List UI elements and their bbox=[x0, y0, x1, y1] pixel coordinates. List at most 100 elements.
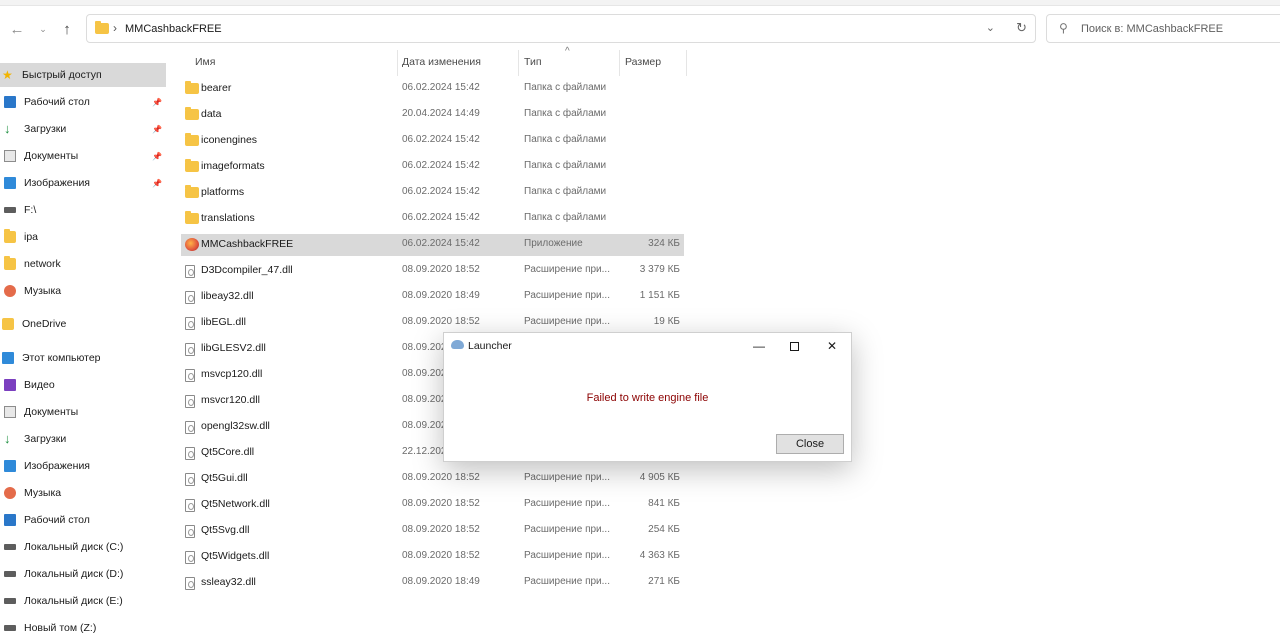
file-date: 08.09.2020 18:52 bbox=[402, 316, 480, 327]
sidebar-item[interactable]: Локальный диск (C:) bbox=[0, 535, 166, 559]
file-name: Qt5Widgets.dll bbox=[201, 550, 270, 562]
file-type: Приложение bbox=[524, 238, 583, 249]
dll-file-icon bbox=[185, 291, 195, 304]
column-header-name[interactable]: Имя bbox=[195, 56, 215, 68]
address-bar[interactable]: › MMCashbackFREE ⌄ ↻ bbox=[86, 14, 1036, 43]
file-type: Расширение при... bbox=[524, 290, 610, 301]
file-row[interactable]: bearer 06.02.2024 15:42 Папка с файлами bbox=[181, 78, 684, 100]
dll-file-icon bbox=[185, 525, 195, 538]
file-row[interactable]: Qt5Network.dll 08.09.2020 18:52 Расширение… bbox=[181, 494, 684, 516]
sidebar-item[interactable]: network bbox=[0, 252, 166, 276]
sidebar-item[interactable]: OneDrive bbox=[0, 312, 166, 336]
file-name: D3Dcompiler_47.dll bbox=[201, 264, 293, 276]
sidebar-item[interactable]: Музыка bbox=[0, 279, 166, 303]
column-divider[interactable] bbox=[686, 50, 687, 76]
file-type: Папка с файлами bbox=[524, 160, 607, 171]
file-row[interactable]: ssleay32.dll 08.09.2020 18:49 Расширение п… bbox=[181, 572, 684, 594]
sidebar-item-label: Музыка bbox=[24, 285, 62, 297]
breadcrumb-path[interactable]: MMCashbackFREE bbox=[125, 23, 222, 35]
file-row[interactable]: Qt5Svg.dll 08.09.2020 18:52 Расширение при… bbox=[181, 520, 684, 542]
file-date: 08.09.2020 18:49 bbox=[402, 290, 480, 301]
chevron-down-icon: ⌄ bbox=[39, 23, 47, 34]
pin-icon[interactable]: 📌 bbox=[152, 125, 162, 134]
back-button[interactable]: ← bbox=[6, 18, 28, 40]
file-row[interactable]: platforms 06.02.2024 15:42 Папка с файлами bbox=[181, 182, 684, 204]
file-row[interactable]: Qt5Gui.dll 08.09.2020 18:52 Расширение при… bbox=[181, 468, 684, 490]
file-row[interactable]: libeay32.dll 08.09.2020 18:49 Расширение п… bbox=[181, 286, 684, 308]
minimize-button[interactable]: — bbox=[744, 336, 774, 356]
file-name: opengl32sw.dll bbox=[201, 420, 270, 432]
file-name: libEGL.dll bbox=[201, 316, 246, 328]
file-row[interactable]: data 20.04.2024 14:49 Папка с файлами bbox=[181, 104, 684, 126]
sidebar-item[interactable]: Видео bbox=[0, 373, 166, 397]
pin-icon[interactable]: 📌 bbox=[152, 98, 162, 107]
file-row[interactable]: Qt5Widgets.dll 08.09.2020 18:52 Расширение… bbox=[181, 546, 684, 568]
sidebar-item[interactable]: Этот компьютер bbox=[0, 346, 166, 370]
folder-icon bbox=[185, 185, 199, 198]
column-divider[interactable] bbox=[619, 50, 620, 76]
folder-icon bbox=[185, 133, 199, 146]
sidebar-item-label: Музыка bbox=[24, 487, 62, 499]
close-button[interactable]: Close bbox=[776, 434, 844, 454]
pin-icon[interactable]: 📌 bbox=[152, 152, 162, 161]
column-header-date[interactable]: Дата изменения bbox=[402, 56, 481, 68]
dll-file-icon bbox=[185, 317, 195, 330]
sidebar-item[interactable]: Рабочий стол 📌 bbox=[0, 90, 166, 114]
folder-icon bbox=[185, 107, 199, 120]
search-box[interactable]: ⚲ Поиск в: MMCashbackFREE bbox=[1046, 14, 1280, 43]
sidebar-item[interactable]: Рабочий стол bbox=[0, 508, 166, 532]
column-divider[interactable] bbox=[397, 50, 398, 76]
sidebar-item[interactable]: Новый том (Z:) bbox=[0, 616, 166, 639]
forward-button[interactable]: ⌄ bbox=[32, 18, 54, 40]
file-row[interactable]: libEGL.dll 08.09.2020 18:52 Расширение при… bbox=[181, 312, 684, 334]
sidebar-item[interactable]: Изображения bbox=[0, 454, 166, 478]
file-row[interactable]: MMCashbackFREE 06.02.2024 15:42 Приложение… bbox=[181, 234, 684, 256]
file-type: Расширение при... bbox=[524, 550, 610, 561]
column-divider[interactable] bbox=[518, 50, 519, 76]
maximize-button[interactable] bbox=[779, 336, 809, 356]
sidebar-item-label: Локальный диск (E:) bbox=[24, 595, 123, 607]
drive-icon bbox=[4, 207, 16, 213]
pictures-icon bbox=[4, 177, 16, 189]
minimize-icon: — bbox=[753, 339, 765, 353]
file-name: bearer bbox=[201, 82, 232, 94]
file-type: Расширение при... bbox=[524, 498, 610, 509]
file-date: 08.09.202 bbox=[402, 368, 447, 379]
sidebar-item[interactable]: ↓ Загрузки 📌 bbox=[0, 117, 166, 141]
file-type: Расширение при... bbox=[524, 316, 610, 327]
sidebar-item[interactable]: Документы bbox=[0, 400, 166, 424]
file-date: 08.09.2020 18:52 bbox=[402, 498, 480, 509]
sidebar-item[interactable]: Изображения 📌 bbox=[0, 171, 166, 195]
sidebar-item[interactable]: Локальный диск (D:) bbox=[0, 562, 166, 586]
sidebar-item[interactable]: F:\ bbox=[0, 198, 166, 222]
sidebar-item[interactable]: Локальный диск (E:) bbox=[0, 589, 166, 613]
column-header-type[interactable]: Тип bbox=[524, 56, 542, 68]
file-row[interactable]: D3Dcompiler_47.dll 08.09.2020 18:52 Расшир… bbox=[181, 260, 684, 282]
sidebar-item[interactable]: Музыка bbox=[0, 481, 166, 505]
file-row[interactable]: iconengines 06.02.2024 15:42 Папка с файла… bbox=[181, 130, 684, 152]
sidebar-item[interactable]: ↓ Загрузки bbox=[0, 427, 166, 451]
sidebar-item-label: Загрузки bbox=[24, 123, 67, 135]
file-date: 06.02.2024 15:42 bbox=[402, 134, 480, 145]
search-placeholder: Поиск в: MMCashbackFREE bbox=[1081, 23, 1224, 35]
folder-icon bbox=[185, 211, 199, 224]
dialog-titlebar[interactable]: Launcher — ✕ bbox=[444, 333, 851, 359]
sidebar-item[interactable]: ipa bbox=[0, 225, 166, 249]
pictures-icon bbox=[4, 460, 16, 472]
address-dropdown-icon[interactable]: ⌄ bbox=[986, 21, 995, 34]
refresh-icon[interactable]: ↻ bbox=[1016, 20, 1027, 36]
file-name: data bbox=[201, 108, 222, 120]
folder-icon bbox=[185, 81, 199, 94]
drive-icon bbox=[4, 598, 16, 604]
pin-icon[interactable]: 📌 bbox=[152, 179, 162, 188]
sidebar-item[interactable]: ★ Быстрый доступ bbox=[0, 63, 166, 87]
column-header-size[interactable]: Размер bbox=[625, 56, 661, 68]
file-row[interactable]: imageformats 06.02.2024 15:42 Папка с файл… bbox=[181, 156, 684, 178]
error-message: Failed to write engine file bbox=[586, 392, 709, 404]
file-name: Qt5Core.dll bbox=[201, 446, 255, 458]
close-window-button[interactable]: ✕ bbox=[817, 336, 847, 356]
sidebar-item[interactable]: Документы 📌 bbox=[0, 144, 166, 168]
file-date: 06.02.2024 15:42 bbox=[402, 82, 480, 93]
file-row[interactable]: translations 06.02.2024 15:42 Папка с файл… bbox=[181, 208, 684, 230]
up-button[interactable]: ↑ bbox=[56, 18, 78, 40]
